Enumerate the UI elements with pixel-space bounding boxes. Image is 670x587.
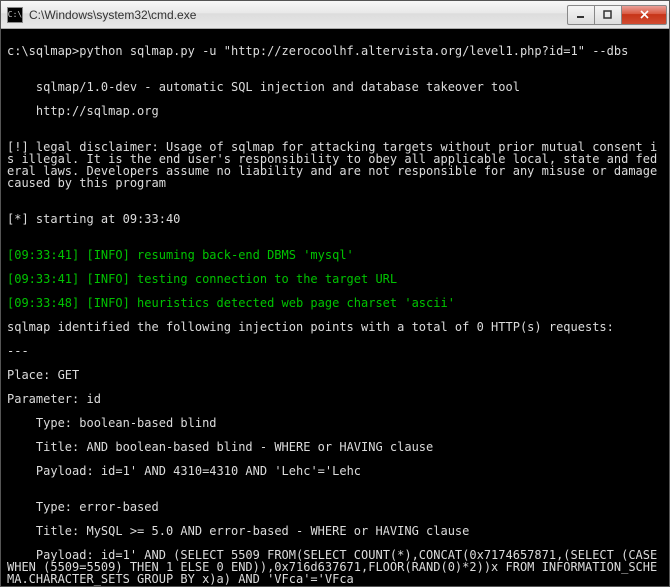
maximize-button[interactable] [594, 5, 622, 25]
minimize-button[interactable] [567, 5, 595, 25]
term-line: Parameter: id [7, 393, 663, 405]
term-line: [09:33:48] [INFO] heuristics detected we… [7, 297, 663, 309]
term-line: [*] starting at 09:33:40 [7, 213, 663, 225]
window-controls [568, 5, 667, 25]
terminal-output[interactable]: c:\sqlmap>python sqlmap.py -u "http://ze… [1, 29, 669, 586]
term-line: [09:33:41] [INFO] testing connection to … [7, 273, 663, 285]
window-titlebar: C:\ C:\Windows\system32\cmd.exe [1, 1, 669, 29]
term-line: sqlmap/1.0-dev - automatic SQL injection… [7, 81, 663, 93]
window-title: C:\Windows\system32\cmd.exe [29, 8, 568, 22]
term-line: sqlmap identified the following injectio… [7, 321, 663, 333]
term-line: Type: boolean-based blind [7, 417, 663, 429]
term-line: Place: GET [7, 369, 663, 381]
term-line: Payload: id=1' AND 4310=4310 AND 'Lehc'=… [7, 465, 663, 477]
term-line: Title: AND boolean-based blind - WHERE o… [7, 441, 663, 453]
term-line: Title: MySQL >= 5.0 AND error-based - WH… [7, 525, 663, 537]
term-line: Type: error-based [7, 501, 663, 513]
term-line: Payload: id=1' AND (SELECT 5509 FROM(SEL… [7, 549, 663, 585]
term-line: [09:33:41] [INFO] resuming back-end DBMS… [7, 249, 663, 261]
term-line: c:\sqlmap>python sqlmap.py -u "http://ze… [7, 45, 663, 57]
app-icon: C:\ [7, 7, 23, 23]
term-line: [!] legal disclaimer: Usage of sqlmap fo… [7, 141, 663, 189]
close-button[interactable] [621, 5, 667, 25]
term-line: --- [7, 345, 663, 357]
term-line: http://sqlmap.org [7, 105, 663, 117]
